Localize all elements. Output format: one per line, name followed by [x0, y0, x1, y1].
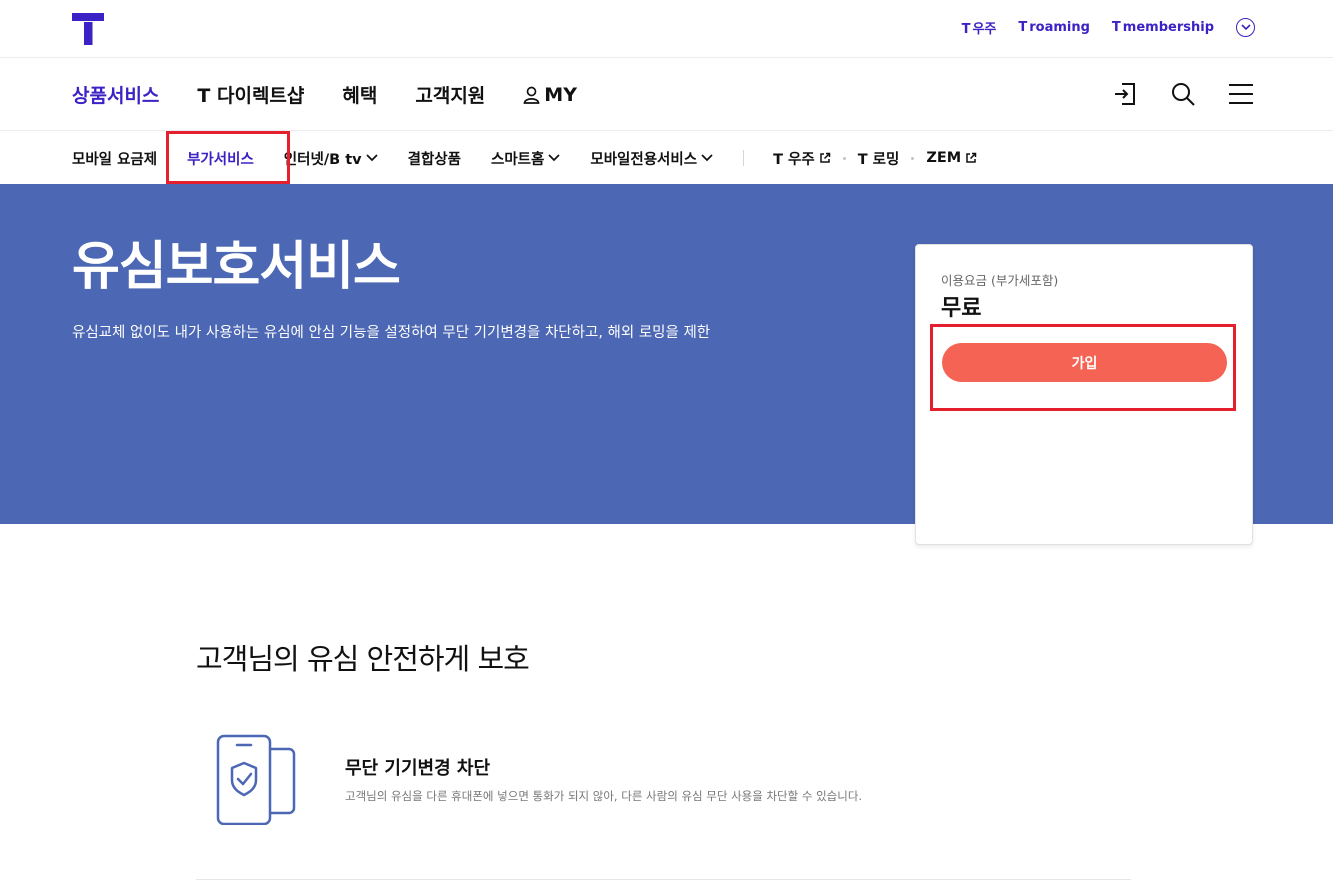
- gnb-item-support[interactable]: 고객지원: [415, 81, 485, 108]
- divider: [911, 156, 915, 160]
- lnb-external-troaming[interactable]: T 로밍: [858, 148, 900, 169]
- page-title: 유심보호서비스: [72, 237, 401, 297]
- chevron-down-icon: [548, 154, 560, 162]
- lnb-item-bundles[interactable]: 결합상품: [408, 148, 461, 169]
- utility-bar: T 우주 Troaming Tmembership: [0, 0, 1333, 58]
- chevron-down-icon: [366, 154, 378, 162]
- lnb-item-smart-home[interactable]: 스마트홈: [491, 148, 560, 169]
- lnb-external-zem[interactable]: ZEM: [926, 150, 977, 166]
- util-link-tuniverse[interactable]: T 우주: [962, 18, 997, 37]
- join-highlight-box: [930, 324, 1236, 411]
- util-link-roaming[interactable]: Troaming: [1018, 20, 1090, 35]
- chevron-circle-down-icon[interactable]: [1236, 18, 1255, 37]
- gnb-item-direct-shop[interactable]: T 다이렉트샵: [197, 81, 304, 108]
- external-link-icon: [966, 152, 977, 163]
- t-logo-icon[interactable]: [72, 13, 104, 45]
- feature-title: 무단 기기변경 차단: [345, 758, 491, 779]
- gnb-item-benefits[interactable]: 혜택: [342, 81, 377, 108]
- util-link-membership[interactable]: Tmembership: [1112, 20, 1214, 35]
- price-value: 무료: [941, 296, 982, 321]
- section-title: 고객님의 유심 안전하게 보호: [196, 642, 530, 676]
- menu-icon[interactable]: [1227, 80, 1255, 108]
- gnb-item-my[interactable]: MY: [523, 84, 577, 106]
- lnb-item-internet-btv[interactable]: 인터넷/B tv: [284, 148, 378, 169]
- external-link-icon: [819, 152, 830, 163]
- lnb-external-tuniverse[interactable]: T 우주: [773, 148, 831, 169]
- global-nav: 상품서비스 T 다이렉트샵 혜택 고객지원 MY: [0, 59, 1333, 131]
- gnb-item-products[interactable]: 상품서비스: [72, 81, 159, 108]
- utility-links: T 우주 Troaming Tmembership: [962, 18, 1255, 37]
- price-label: 이용요금 (부가세포함): [941, 273, 1059, 288]
- user-icon: [523, 86, 540, 104]
- hero-description: 유심교체 없이도 내가 사용하는 유심에 안심 기능을 설정하여 무단 기기변경…: [72, 325, 711, 341]
- phone-shield-icon: [216, 734, 296, 825]
- feature-description: 고객님의 유심을 다른 휴대폰에 넣으면 통화가 되지 않아, 다른 사람의 유…: [345, 789, 863, 803]
- lnb-highlight-box: [166, 131, 290, 184]
- lnb-item-mobile-exclusive[interactable]: 모바일전용서비스: [590, 148, 713, 169]
- chevron-down-icon: [701, 154, 713, 162]
- search-icon[interactable]: [1169, 80, 1197, 108]
- divider: [743, 150, 745, 166]
- divider: [842, 156, 846, 160]
- lnb-item-mobile-plans[interactable]: 모바일 요금제: [72, 148, 157, 169]
- login-icon[interactable]: [1111, 80, 1139, 108]
